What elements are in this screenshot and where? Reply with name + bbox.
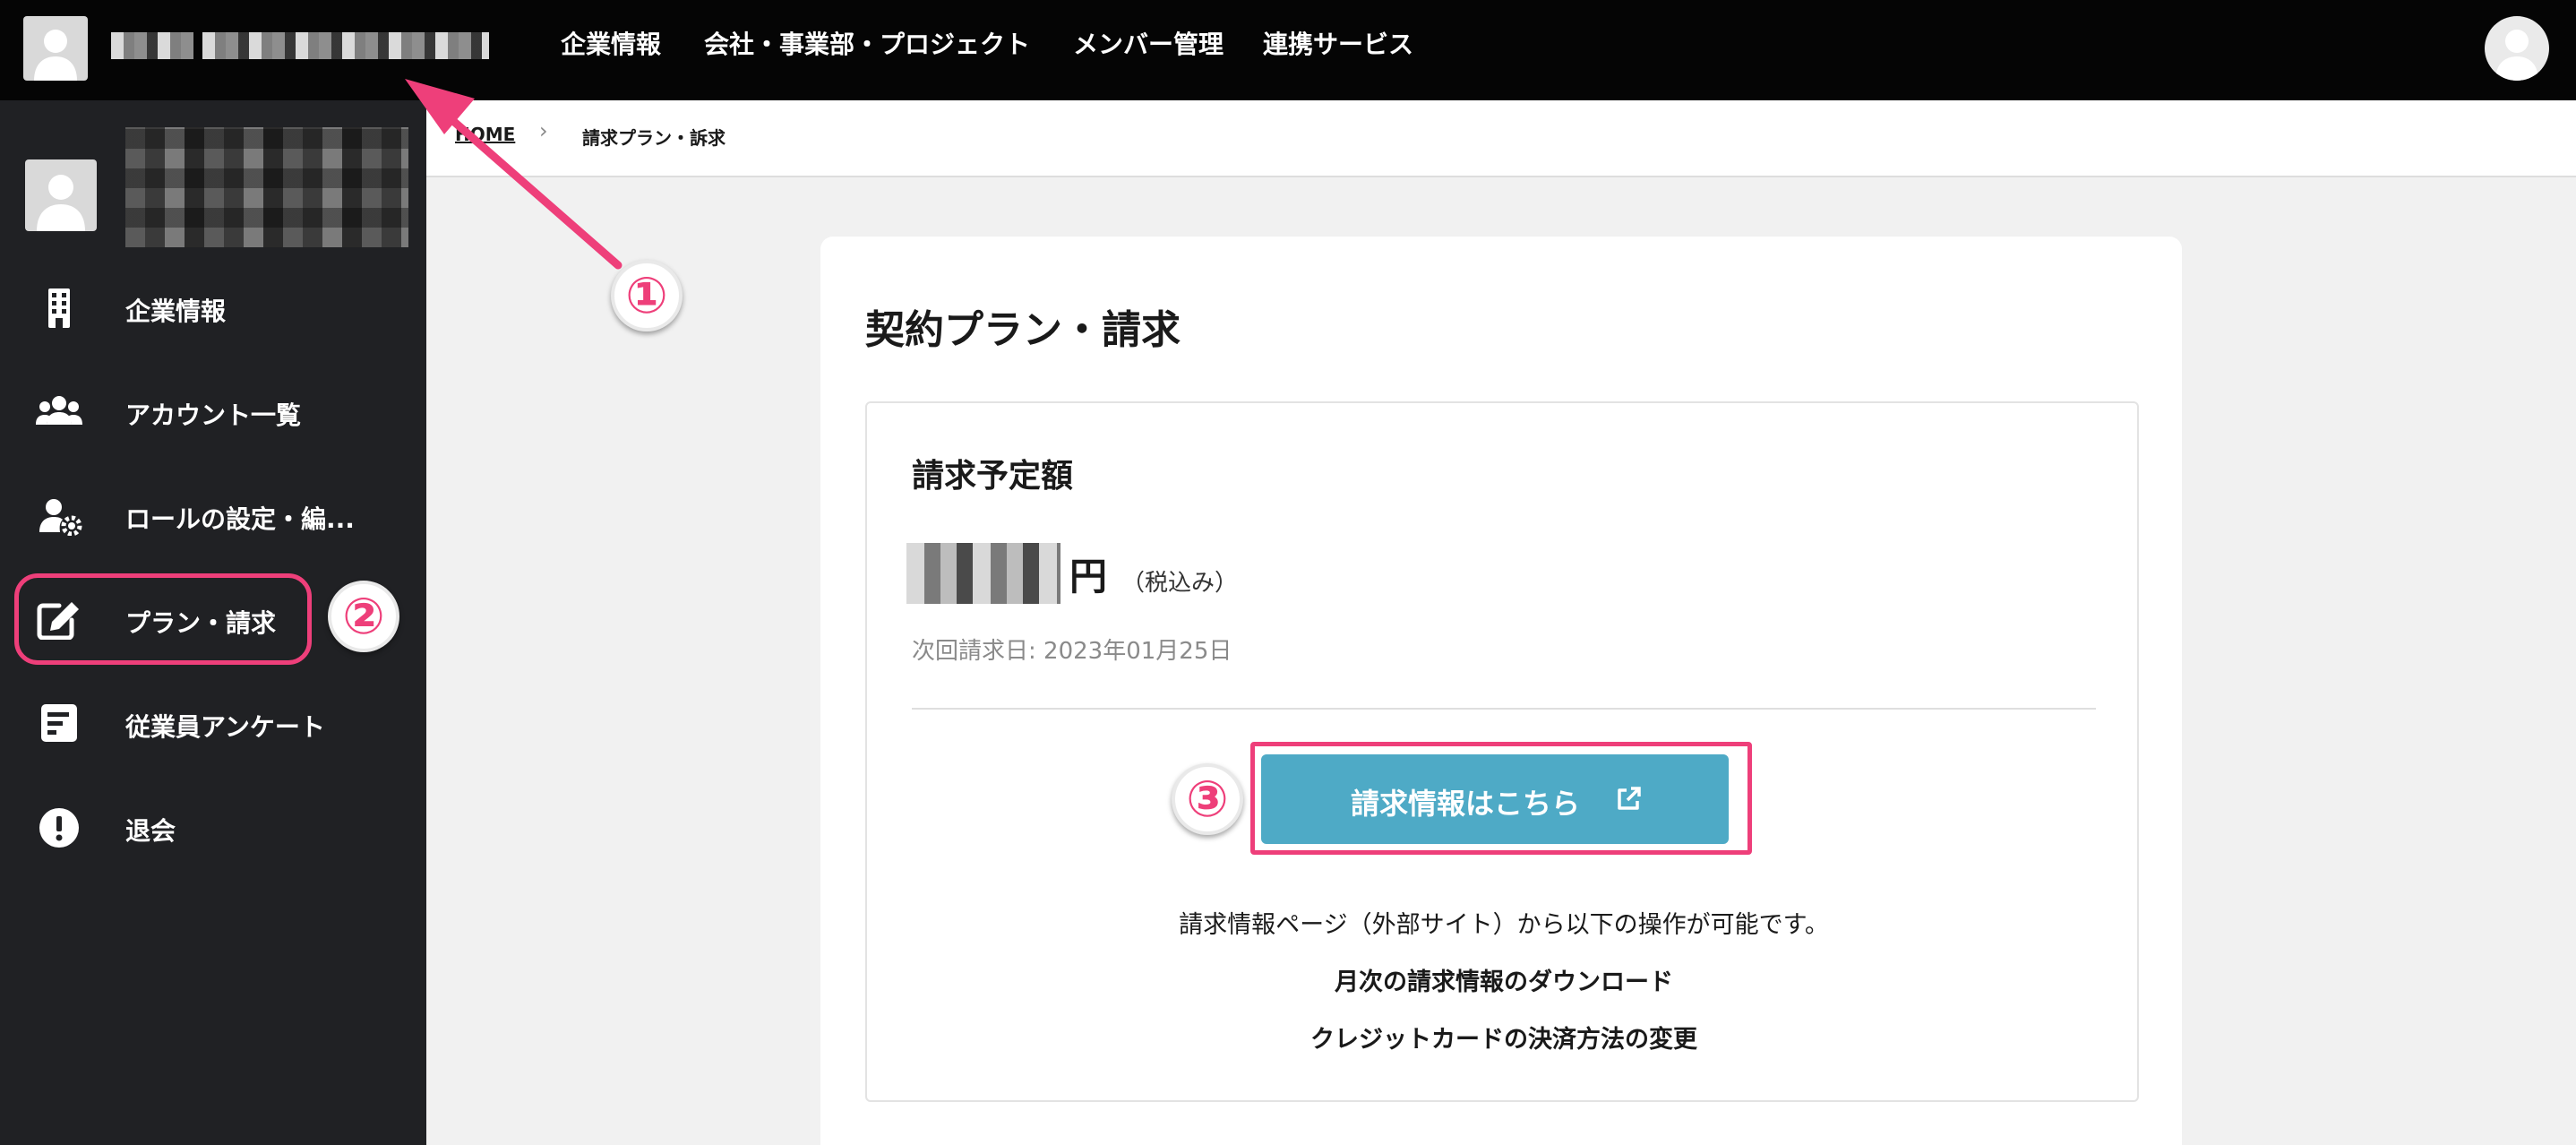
company-name-blurred-2 xyxy=(202,32,489,59)
topnav-member-management[interactable]: メンバー管理 xyxy=(1073,25,1224,61)
edit-icon xyxy=(37,602,79,640)
sidebar-item-label: プラン・請求 xyxy=(125,608,277,638)
billing-amount-blurred xyxy=(906,543,1060,604)
sidebar-item-label: ロールの設定・編... xyxy=(125,504,355,534)
user-gear-icon xyxy=(39,499,82,536)
building-icon xyxy=(48,288,70,328)
company-avatar[interactable] xyxy=(23,16,88,81)
billing-panel: 請求予定額 円 （税込み） 次回請求日: 2023年01月25日 請求情報はこち… xyxy=(865,401,2139,1102)
annotation-badge-3: ③ xyxy=(1172,763,1243,835)
topnav-organization[interactable]: 会社・事業部・プロジェクト xyxy=(704,25,1030,61)
user-menu-avatar[interactable] xyxy=(2485,16,2549,81)
sidebar-item-label: 企業情報 xyxy=(125,297,227,326)
billing-info-button[interactable]: 請求情報はこちら xyxy=(1261,754,1729,844)
sidebar-item-withdraw[interactable]: 退会 xyxy=(0,792,426,864)
billing-panel-title: 請求予定額 xyxy=(912,458,1074,495)
users-icon xyxy=(36,396,82,425)
topnav-company-info[interactable]: 企業情報 xyxy=(561,25,661,61)
billing-info-button-label: 請求情報はこちら xyxy=(1351,788,1581,820)
currency-symbol: 円 xyxy=(1069,555,1108,598)
main-card: 契約プラン・請求 請求予定額 円 （税込み） 次回請求日: 2023年01月25… xyxy=(820,237,2182,1145)
company-name-blurred xyxy=(111,32,193,59)
avatar-placeholder-icon xyxy=(34,30,77,81)
external-link-icon xyxy=(1618,787,1641,810)
survey-icon xyxy=(41,704,77,742)
breadcrumb: HOME › 請求プラン・訴求 xyxy=(426,100,2576,177)
billing-feature-download: 月次の請求情報のダウンロード xyxy=(1335,969,1673,996)
billing-feature-card-change: クレジットカードの決済方法の変更 xyxy=(1310,1026,1697,1054)
top-header: 企業情報 会社・事業部・プロジェクト メンバー管理 連携サービス xyxy=(0,0,2576,100)
sidebar-item-company-info[interactable]: 企業情報 xyxy=(0,272,426,344)
sidebar-item-label: 退会 xyxy=(125,816,176,846)
breadcrumb-current: 請求プラン・訴求 xyxy=(582,127,726,149)
sidebar-item-accounts[interactable]: アカウント一覧 xyxy=(0,376,426,448)
exclamation-icon xyxy=(39,808,79,848)
sidebar-item-label: アカウント一覧 xyxy=(125,400,302,430)
breadcrumb-home-link[interactable]: HOME xyxy=(455,124,515,145)
divider xyxy=(912,708,2096,710)
annotation-badge-1: ① xyxy=(611,260,683,331)
page-title: 契約プラン・請求 xyxy=(865,307,1181,353)
avatar-placeholder-icon xyxy=(37,175,85,231)
sidebar-item-employee-survey[interactable]: 従業員アンケート xyxy=(0,688,426,760)
sidebar-company-name-blurred xyxy=(125,127,408,247)
sidebar-item-roles[interactable]: ロールの設定・編... xyxy=(0,480,426,552)
user-avatar-icon xyxy=(2495,30,2538,81)
sidebar-company-avatar xyxy=(25,159,97,231)
breadcrumb-separator: › xyxy=(539,118,548,143)
annotation-badge-2: ② xyxy=(328,581,399,652)
tax-note: （税込み） xyxy=(1121,570,1239,597)
sidebar-item-label: 従業員アンケート xyxy=(125,712,325,742)
topnav-integrations[interactable]: 連携サービス xyxy=(1263,25,1413,61)
next-billing-date: 次回請求日: 2023年01月25日 xyxy=(912,638,1232,665)
billing-description: 請求情報ページ（外部サイト）から以下の操作が可能です。 xyxy=(1179,911,1829,939)
